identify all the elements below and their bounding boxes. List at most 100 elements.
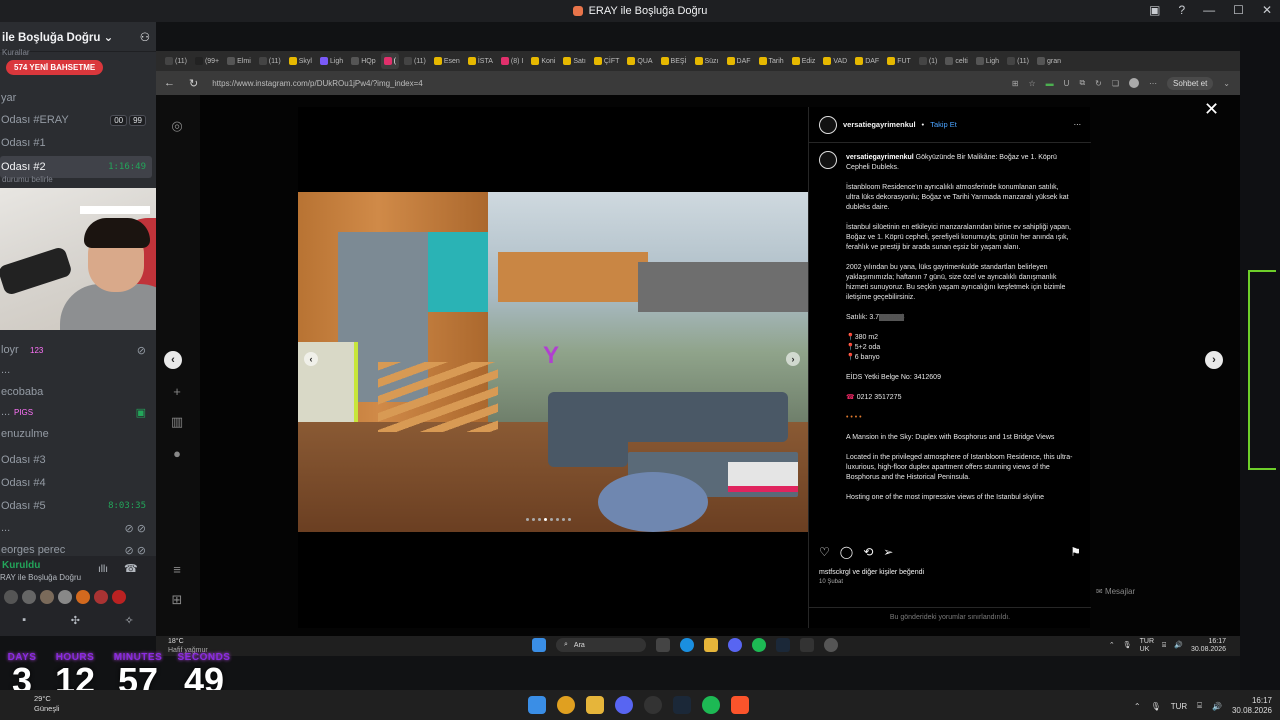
activities-icon[interactable]: ✣ [71, 614, 80, 627]
likes-text[interactable]: mstfsckrgl ve diğer kişiler beğendi [819, 569, 924, 576]
clock[interactable]: 16:17 30.08.2026 [1232, 696, 1272, 716]
start-icon[interactable] [532, 638, 546, 652]
mentions-pill[interactable]: 574 YENİ BAHSETME [6, 60, 104, 75]
browser-tab[interactable]: DAF [724, 53, 754, 69]
start-icon[interactable] [528, 696, 546, 714]
soundboard-icon[interactable]: ✧ [124, 614, 133, 627]
chevron-down-icon[interactable]: ⌄ [1223, 79, 1230, 88]
more-options-icon[interactable]: ⋯ [1074, 120, 1082, 129]
inbox-icon[interactable]: ▣ [1149, 3, 1160, 17]
browser-tab[interactable]: Koni [528, 53, 558, 69]
inner-clock[interactable]: 16:17 30.08.2026 [1191, 638, 1226, 654]
browser-tab[interactable]: QUA [624, 53, 655, 69]
lang-indicator[interactable]: TUR UK [1140, 638, 1154, 654]
spotify-icon[interactable] [702, 696, 720, 714]
browser-tab[interactable]: BEŞİ [658, 53, 690, 69]
channel-item[interactable]: Odası #ERAY 00 99 [0, 110, 152, 130]
chevron-up-icon[interactable]: ⌃ [1134, 702, 1141, 711]
close-modal-icon[interactable]: ✕ [1204, 99, 1219, 120]
voice-user[interactable]: ... PIGS ▣ [0, 402, 152, 422]
favorite-icon[interactable]: ☆ [1029, 79, 1036, 88]
avatar[interactable] [40, 590, 54, 604]
caption-avatar[interactable] [819, 151, 837, 169]
browser-tab[interactable]: Elmi [224, 53, 254, 69]
voice-user[interactable]: ... [0, 360, 152, 380]
network-icon[interactable]: ⌸ [1197, 701, 1202, 711]
browser-tab[interactable]: İSTA [465, 53, 496, 69]
avatar[interactable] [94, 590, 108, 604]
browser-tab[interactable]: HQp [348, 53, 378, 69]
next-arrow-icon[interactable]: › [1205, 351, 1223, 369]
copilot-chat-button[interactable]: Sohbet et [1167, 76, 1214, 90]
camera-icon[interactable]: ▪ [22, 614, 26, 627]
post-photo[interactable]: Y ‹ › [298, 192, 808, 532]
share-icon[interactable]: ➢ [883, 545, 893, 559]
browser-tab[interactable]: FUT [884, 53, 914, 69]
browser-tab[interactable]: (99+ [192, 53, 222, 69]
media-next-icon[interactable]: › [786, 352, 800, 366]
account-avatar[interactable] [819, 115, 837, 134]
mic-icon[interactable]: 🎙 [1151, 702, 1161, 711]
mic-icon[interactable]: 🎙 [1123, 642, 1132, 650]
weather-widget[interactable]: 29°C Güneşli [34, 694, 59, 714]
file-explorer-icon[interactable] [586, 696, 604, 714]
repost-icon[interactable]: ⟲ [863, 545, 873, 559]
close-icon[interactable]: ✕ [1262, 3, 1272, 17]
browser-tab[interactable]: Tarih [756, 53, 787, 69]
network-icon[interactable]: ⌸ [1162, 642, 1166, 650]
voice-user[interactable]: ... ⊘ ⊘ [0, 518, 152, 538]
profile-avatar[interactable] [1129, 78, 1140, 88]
caption-username[interactable]: versatiegayrimenkul [846, 154, 914, 161]
browser-tab[interactable]: (11) [401, 53, 429, 69]
battery-icon[interactable]: ▬ [1046, 79, 1054, 88]
noise-suppression-icon[interactable]: ıllı [98, 564, 108, 575]
reload-icon[interactable]: ↻ [189, 77, 198, 90]
obs-icon[interactable] [644, 696, 662, 714]
file-explorer-icon[interactable] [704, 638, 718, 652]
steam-icon[interactable] [776, 638, 790, 652]
settings-icon[interactable] [824, 638, 838, 652]
meta-icon[interactable]: ⊞ [170, 593, 184, 607]
channel-item[interactable]: Odası #1 [0, 133, 152, 153]
steam-icon[interactable] [673, 696, 691, 714]
browser-tab[interactable]: Skyl [286, 53, 315, 69]
carousel-dot[interactable] [532, 518, 535, 521]
url-field[interactable]: https://www.instagram.com/p/DUkROu1jPw4/… [212, 79, 423, 88]
browser-tab[interactable]: ( [380, 53, 399, 69]
edge-icon[interactable] [680, 638, 694, 652]
voice-channel-name[interactable]: RAY ile Boşluğa Doğru [0, 573, 81, 582]
refresh-ext-icon[interactable]: ↻ [1095, 79, 1102, 88]
carousel-dot[interactable] [550, 518, 553, 521]
channel-item[interactable]: Odası #5 8:03:35 [0, 496, 152, 516]
add-member-icon[interactable]: ⚇ [140, 30, 150, 44]
browser-tab[interactable]: celti [942, 53, 970, 69]
search-box[interactable]: ⌕ Ara [556, 638, 646, 652]
browser-tab[interactable]: (1) [916, 53, 941, 69]
browser-tab[interactable]: Süzı [692, 53, 722, 69]
browser-tab[interactable]: Ligh [973, 53, 1002, 69]
dashboard-icon[interactable]: ▥ [170, 415, 184, 429]
carousel-dot[interactable] [556, 518, 559, 521]
prev-arrow-icon[interactable]: ‹ [164, 351, 182, 369]
avatar[interactable] [76, 590, 90, 604]
browser-tab[interactable]: VAD [820, 53, 850, 69]
menu-icon[interactable]: ≡ [170, 563, 184, 577]
browser-tab[interactable]: Ediz [789, 53, 819, 69]
browser-tab[interactable]: Satı [560, 53, 588, 69]
help-icon[interactable]: ? [1178, 3, 1185, 17]
more-icon[interactable]: ⋯ [1149, 79, 1157, 88]
split-icon[interactable]: ⧉ [1079, 78, 1085, 88]
browser-tab[interactable]: gran [1034, 53, 1064, 69]
threads-icon[interactable]: ● [170, 447, 184, 461]
carousel-dot[interactable] [526, 518, 529, 521]
follow-button[interactable]: Takip Et [930, 120, 957, 129]
maximize-icon[interactable]: ☐ [1233, 3, 1244, 17]
bookmark-icon[interactable]: ⚑ [1070, 545, 1081, 559]
browser-tab[interactable]: DAF [852, 53, 882, 69]
discord-icon[interactable] [728, 638, 742, 652]
status-hint[interactable]: durumu belirle [2, 175, 53, 184]
volume-icon[interactable]: 🔊 [1212, 702, 1222, 711]
channel-item[interactable]: yar [0, 88, 152, 108]
ublock-icon[interactable]: U [1064, 79, 1070, 88]
voice-user[interactable]: loyr 123 ⊘ [0, 340, 152, 360]
